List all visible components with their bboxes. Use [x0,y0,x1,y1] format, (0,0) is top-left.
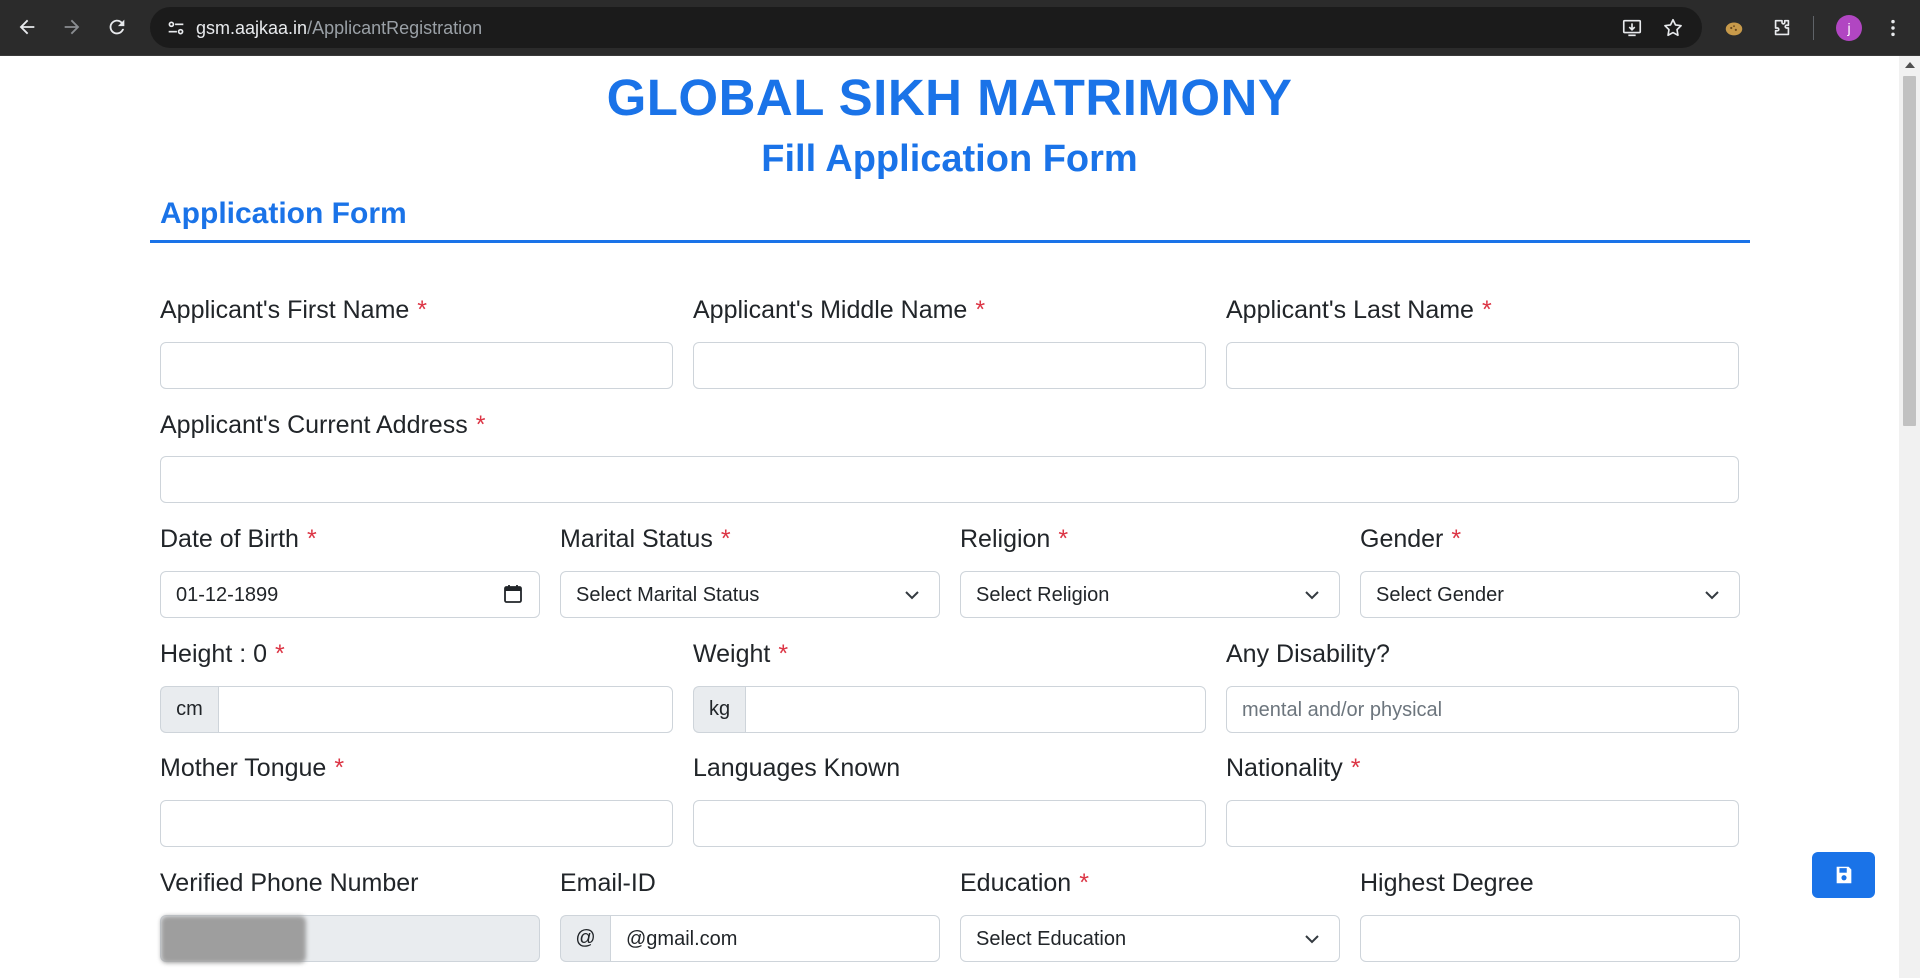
phone-input [160,915,540,963]
mother-tongue-input[interactable] [160,800,673,847]
phone-label: Verified Phone Number [160,869,419,897]
languages-input[interactable] [693,800,1206,847]
gender-label: Gender * [1360,525,1462,553]
dob-input[interactable]: 01-12-1899 [160,571,540,618]
middle-name-input[interactable] [693,342,1206,389]
url-path: /ApplicantRegistration [307,18,483,38]
required-marker: * [975,296,986,324]
extensions-puzzle-icon[interactable] [1768,14,1796,42]
chevron-down-icon [905,591,919,600]
kebab-menu-icon[interactable] [1879,14,1907,42]
required-marker: * [306,525,317,553]
page-content: GLOBAL SIKH MATRIMONY Fill Application F… [0,56,1899,978]
save-button[interactable] [1812,852,1875,898]
required-marker: * [1451,525,1462,553]
education-select[interactable]: Select Education [960,915,1340,962]
address-input[interactable] [160,456,1739,503]
page-scrollbar[interactable] [1899,56,1920,978]
back-arrow-icon[interactable] [12,12,42,42]
required-marker: * [417,296,428,324]
weight-input[interactable] [745,686,1206,733]
height-unit-addon: cm [160,686,218,733]
redacted-phone-overlay [161,916,306,963]
scroll-up-arrow-icon[interactable] [1905,62,1915,68]
section-title: Application Form [160,197,407,230]
page-subtitle: Fill Application Form [761,138,1138,180]
required-marker: * [475,411,486,439]
marital-status-select[interactable]: Select Marital Status [560,571,940,618]
required-marker: * [1058,525,1069,553]
religion-label: Religion * [960,525,1069,553]
first-name-label: Applicant's First Name * [160,296,428,324]
disability-input[interactable]: mental and/or physical [1226,686,1739,733]
toolbar-divider [1813,16,1814,40]
chevron-down-icon [1305,935,1319,944]
nationality-input[interactable] [1226,800,1739,847]
bookmark-star-icon[interactable] [1661,16,1685,40]
weight-unit-addon: kg [693,686,745,733]
section-divider [150,240,1750,243]
site-settings-icon[interactable] [165,17,187,39]
gender-select[interactable]: Select Gender [1360,571,1740,618]
required-marker: * [275,640,285,668]
extension-cookie-icon[interactable] [1720,14,1748,42]
marital-status-label: Marital Status * [560,525,731,553]
middle-name-label: Applicant's Middle Name * [693,296,986,324]
calendar-icon[interactable] [503,584,523,604]
required-marker: * [1350,754,1361,782]
chevron-down-icon [1705,591,1719,600]
address-bar[interactable]: gsm.aajkaa.in/ApplicantRegistration [150,7,1702,48]
nationality-label: Nationality * [1226,754,1361,782]
disability-placeholder: mental and/or physical [1242,699,1443,721]
highest-degree-label: Highest Degree [1360,869,1534,897]
required-marker: * [1079,869,1089,897]
address-label: Applicant's Current Address * [160,411,486,439]
required-marker: * [1481,296,1492,324]
browser-toolbar: gsm.aajkaa.in/ApplicantRegistration j [0,0,1920,56]
email-input[interactable]: @gmail.com [610,915,940,962]
height-input[interactable] [218,686,673,733]
weight-input-group: kg [693,686,1206,733]
dob-label: Date of Birth * [160,525,317,553]
install-app-icon[interactable] [1620,16,1644,40]
site-title: GLOBAL SIKH MATRIMONY [606,69,1293,126]
url-text: gsm.aajkaa.in/ApplicantRegistration [196,18,482,39]
religion-select[interactable]: Select Religion [960,571,1340,618]
first-name-input[interactable] [160,342,673,389]
weight-label: Weight * [693,640,789,668]
last-name-label: Applicant's Last Name * [1226,296,1492,324]
education-label: Education * [960,869,1089,897]
reload-icon[interactable] [102,12,132,42]
required-marker: * [334,754,345,782]
required-marker: * [778,640,789,668]
last-name-input[interactable] [1226,342,1739,389]
scrollbar-thumb[interactable] [1903,76,1916,426]
disability-label: Any Disability? [1226,640,1390,668]
mother-tongue-label: Mother Tongue * [160,754,345,782]
email-at-addon: @ [560,915,610,962]
languages-label: Languages Known [693,754,901,782]
profile-avatar[interactable]: j [1836,15,1862,41]
email-label: Email-ID [560,869,656,897]
floppy-disk-icon [1836,866,1851,884]
height-label: Height : 0 * [160,640,285,668]
highest-degree-input[interactable] [1360,915,1740,962]
url-host: gsm.aajkaa.in [196,18,308,38]
email-input-group: @ @gmail.com [560,915,940,962]
required-marker: * [720,525,731,553]
chevron-down-icon [1305,591,1319,600]
forward-arrow-icon[interactable] [57,12,87,42]
height-input-group: cm [160,686,673,733]
